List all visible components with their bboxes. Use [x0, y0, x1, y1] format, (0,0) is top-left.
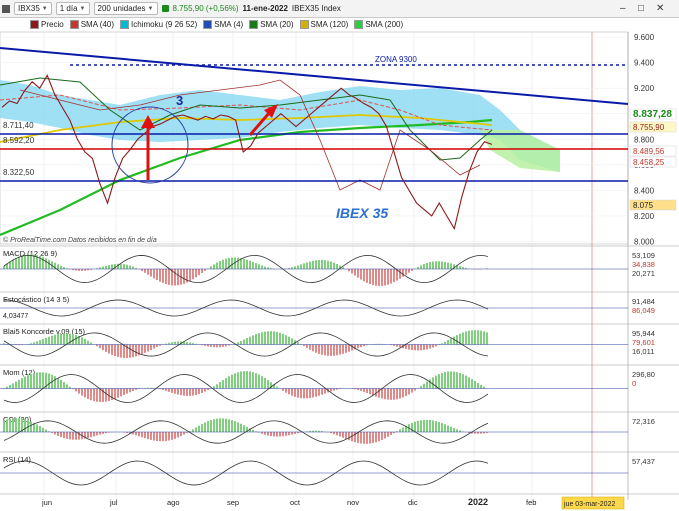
panel-value: 296,80 [632, 370, 655, 379]
level-label: 8.711,40 [3, 121, 34, 130]
panel-value: 0 [632, 379, 636, 388]
x-tick-label: dic [408, 498, 418, 507]
panel-value: 53,109 [632, 251, 655, 260]
x-tick-label: oct [290, 498, 301, 507]
y-tick-label: 8.000 [634, 237, 655, 246]
price-tag: 8.489,56 [633, 147, 665, 156]
price-tag: 8.458,25 [633, 158, 665, 167]
ibex35-label: IBEX 35 [336, 205, 388, 221]
cursor-date-label: jue 03-mar-2022 [563, 501, 615, 508]
wave-3-label: 3 [176, 93, 183, 108]
chart-canvas: 9.6009.4009.2009.0008.8008.6008.4008.200… [0, 31, 679, 510]
y-tick-label: 8.400 [634, 186, 655, 195]
price-tag: 8.837,28 [633, 109, 672, 120]
panel-title: RSI (14) [3, 455, 31, 464]
x-tick-label: jun [41, 498, 52, 507]
y-tick-label: 8.800 [634, 135, 655, 144]
panel-value: 95,944 [632, 329, 655, 338]
y-tick-label: 8.200 [634, 212, 655, 221]
watermark: © ProRealTime.com Datos recibidos en fin… [3, 236, 157, 244]
panel-title: Estocástico (14 3 5) [3, 295, 70, 304]
level-label: 8.322,50 [3, 168, 35, 177]
panel-value: 57,437 [632, 457, 655, 466]
y-tick-label: 9.600 [634, 33, 655, 42]
panel-value: 16,011 [632, 347, 654, 356]
x-tick-label: feb [526, 498, 536, 507]
price-tag: 8.075 [633, 201, 654, 210]
y-tick-label: 9.400 [634, 59, 655, 68]
panel-value: 86,049 [632, 306, 655, 315]
x-tick-label: 2022 [468, 497, 488, 507]
x-tick-label: jul [109, 498, 118, 507]
x-tick-label: ago [167, 498, 180, 507]
price-tag: 8.755,90 [633, 123, 665, 132]
panel-left-value: 4,03477 [3, 313, 28, 320]
panel-value: 20,271 [632, 269, 655, 278]
y-tick-label: 9.200 [634, 84, 655, 93]
x-tick-label: sep [227, 498, 239, 507]
panel-value: 79,601 [632, 338, 655, 347]
x-tick-label: nov [347, 498, 359, 507]
panel-value: 34,838 [632, 260, 655, 269]
panel-value: 72,316 [632, 417, 655, 426]
panel-value: 91,484 [632, 297, 655, 306]
level-label: 8.592,20 [3, 136, 35, 145]
zona-9300-label: ZONA 9300 [375, 55, 417, 64]
